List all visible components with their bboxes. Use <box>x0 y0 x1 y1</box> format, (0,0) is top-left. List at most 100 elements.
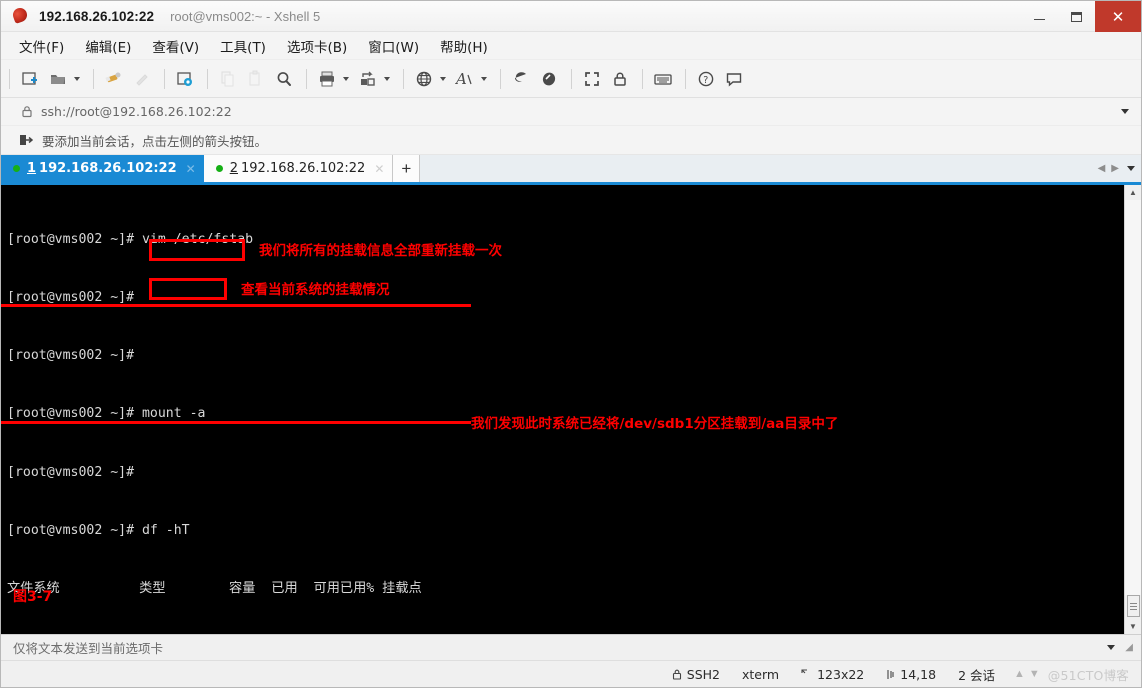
status-cursor-position: 14,18 <box>875 661 947 687</box>
toolbar-separator <box>642 68 643 89</box>
tab-navigation: ◀ ▶ <box>1094 155 1141 182</box>
window-subtitle: root@vms002:~ - Xshell 5 <box>170 8 321 24</box>
address-url[interactable]: ssh://root@192.168.26.102:22 <box>41 104 232 119</box>
status-size: 123x22 <box>790 661 875 687</box>
svg-text:?: ? <box>703 75 708 86</box>
globe-icon[interactable] <box>411 66 437 92</box>
cursor-position-icon <box>887 669 894 679</box>
font-dropdown-icon[interactable] <box>481 76 487 81</box>
menu-view[interactable]: 查看(V) <box>152 36 199 56</box>
menu-tabs[interactable]: 选项卡(B) <box>287 36 347 56</box>
window-controls: ✕ <box>1021 1 1141 32</box>
terminal-line: [root@vms002 ~]# vim /etc/fstab <box>7 231 254 247</box>
file-transfer-dropdown-icon[interactable] <box>384 76 390 81</box>
tab-label: 192.168.26.102:22 <box>241 161 366 176</box>
tab-label: 192.168.26.102:22 <box>39 161 177 176</box>
terminal-line: [root@vms002 ~]# <box>7 464 135 480</box>
new-tab-button[interactable]: + <box>393 155 421 182</box>
menu-edit[interactable]: 编辑(E) <box>85 36 131 56</box>
tab-status-dot-icon <box>13 165 20 172</box>
send-to-tab-label: 仅将文本发送到当前选项卡 <box>13 641 164 656</box>
print-icon[interactable] <box>314 66 340 92</box>
tab-bar-spacer <box>420 155 1095 182</box>
globe-dropdown-icon[interactable] <box>440 76 446 81</box>
scroll-down-icon[interactable]: ▼ <box>1129 619 1137 634</box>
terminal-line: [root@vms002 ~]# df -hT <box>7 522 190 538</box>
toolbar-separator <box>500 68 501 89</box>
terminal-scrollbar[interactable]: ▲ ▼ <box>1124 185 1141 634</box>
status-terminal-type: xterm <box>742 666 780 682</box>
paste-icon <box>243 66 269 92</box>
keyboard-icon[interactable] <box>650 66 676 92</box>
maximize-button[interactable] <box>1058 1 1095 32</box>
window-title: 192.168.26.102:22 <box>39 8 155 24</box>
upload-arrow-icon: ▲ <box>1014 668 1025 680</box>
terminal-line: [root@vms002 ~]# <box>7 348 135 364</box>
annotation-df: 查看当前系统的挂载情况 <box>241 282 390 298</box>
status-protocol: SSH2 <box>661 661 731 687</box>
download-arrow-icon: ▼ <box>1028 668 1040 680</box>
watermark: @51CTO博客 <box>1047 667 1129 683</box>
help-icon[interactable]: ? <box>693 66 719 92</box>
lock-icon <box>672 669 681 680</box>
toolbar-separator <box>685 68 686 89</box>
toolbar-separator <box>9 68 10 89</box>
df-header-row: 文件系统 类型 容量 已用 可用已用% 挂载点 <box>7 581 422 597</box>
font-icon[interactable]: A <box>452 66 478 92</box>
tab-session-2[interactable]: 2 192.168.26.102:22 ✕ <box>203 155 394 182</box>
find-icon[interactable] <box>271 66 297 92</box>
send-to-tab-bar[interactable]: 仅将文本发送到当前选项卡 ◢ <box>1 634 1141 660</box>
open-folder-icon[interactable] <box>45 66 71 92</box>
menu-window[interactable]: 窗口(W) <box>368 36 419 56</box>
title-bar: 192.168.26.102:22 root@vms002:~ - Xshell… <box>1 1 1141 32</box>
tab-session-1[interactable]: 1 192.168.26.102:22 ✕ <box>1 155 204 182</box>
transfer-file-icon[interactable] <box>101 66 127 92</box>
scrollbar-track[interactable] <box>1125 200 1141 595</box>
add-session-arrow-icon[interactable] <box>19 133 33 147</box>
lock-icon[interactable] <box>607 66 633 92</box>
connect-icon <box>129 66 155 92</box>
print-dropdown-icon[interactable] <box>343 76 349 81</box>
close-button[interactable]: ✕ <box>1095 1 1141 32</box>
scrollbar-thumb[interactable] <box>1126 595 1140 617</box>
minimize-button[interactable] <box>1021 1 1058 32</box>
toolbar-separator <box>571 68 572 89</box>
xshell-icon[interactable] <box>508 66 534 92</box>
menu-tools[interactable]: 工具(T) <box>220 36 266 56</box>
session-properties-icon[interactable] <box>172 66 198 92</box>
copy-icon <box>215 66 241 92</box>
toolbar-separator <box>403 68 404 89</box>
sdb1-row-underline <box>1 304 471 307</box>
menu-help[interactable]: 帮助(H) <box>440 36 488 56</box>
file-transfer-icon[interactable] <box>355 66 381 92</box>
menu-file[interactable]: 文件(F) <box>19 36 64 56</box>
new-session-icon[interactable] <box>17 66 43 92</box>
toolbar-separator <box>306 68 307 89</box>
tab-close-icon[interactable]: ✕ <box>374 162 384 176</box>
terminal-output[interactable]: [root@vms002 ~]# vim /etc/fstab [root@vm… <box>1 185 1124 634</box>
scroll-up-icon[interactable]: ▲ <box>1129 185 1137 200</box>
address-bar[interactable]: ssh://root@192.168.26.102:22 <box>1 98 1141 126</box>
open-folder-dropdown-icon[interactable] <box>74 76 80 81</box>
toolbar-separator <box>164 68 165 89</box>
annotation-mount: 我们将所有的挂载信息全部重新挂载一次 <box>259 243 502 259</box>
xshell-logo-icon <box>11 6 29 24</box>
lock-icon <box>22 106 32 118</box>
send-to-tab-chevron-down-icon[interactable] <box>1107 645 1115 650</box>
tab-prev-icon[interactable]: ◀ <box>1095 163 1109 174</box>
chevron-down-icon[interactable] <box>1121 109 1129 114</box>
status-transfer-arrows: ▲ ▼ <box>1006 668 1048 680</box>
xshell-window: 192.168.26.102:22 root@vms002:~ - Xshell… <box>0 0 1142 688</box>
terminal-area: [root@vms002 ~]# vim /etc/fstab [root@vm… <box>1 185 1141 634</box>
tab-list-chevron-down-icon[interactable] <box>1127 166 1135 171</box>
tab-status-dot-icon <box>215 165 223 172</box>
tab-next-icon[interactable]: ▶ <box>1108 163 1122 174</box>
menu-bar: 文件(F) 编辑(E) 查看(V) 工具(T) 选项卡(B) 窗口(W) 帮助(… <box>1 32 1141 60</box>
fullscreen-icon[interactable] <box>579 66 605 92</box>
xftp-icon[interactable] <box>536 66 562 92</box>
hint-bar: 要添加当前会话，点击左侧的箭头按钮。 <box>1 126 1141 155</box>
resize-grip-icon: ◢ <box>1125 642 1133 653</box>
hint-text: 要添加当前会话，点击左侧的箭头按钮。 <box>42 133 268 149</box>
chat-icon[interactable] <box>721 66 747 92</box>
tab-close-icon[interactable]: ✕ <box>186 162 196 176</box>
